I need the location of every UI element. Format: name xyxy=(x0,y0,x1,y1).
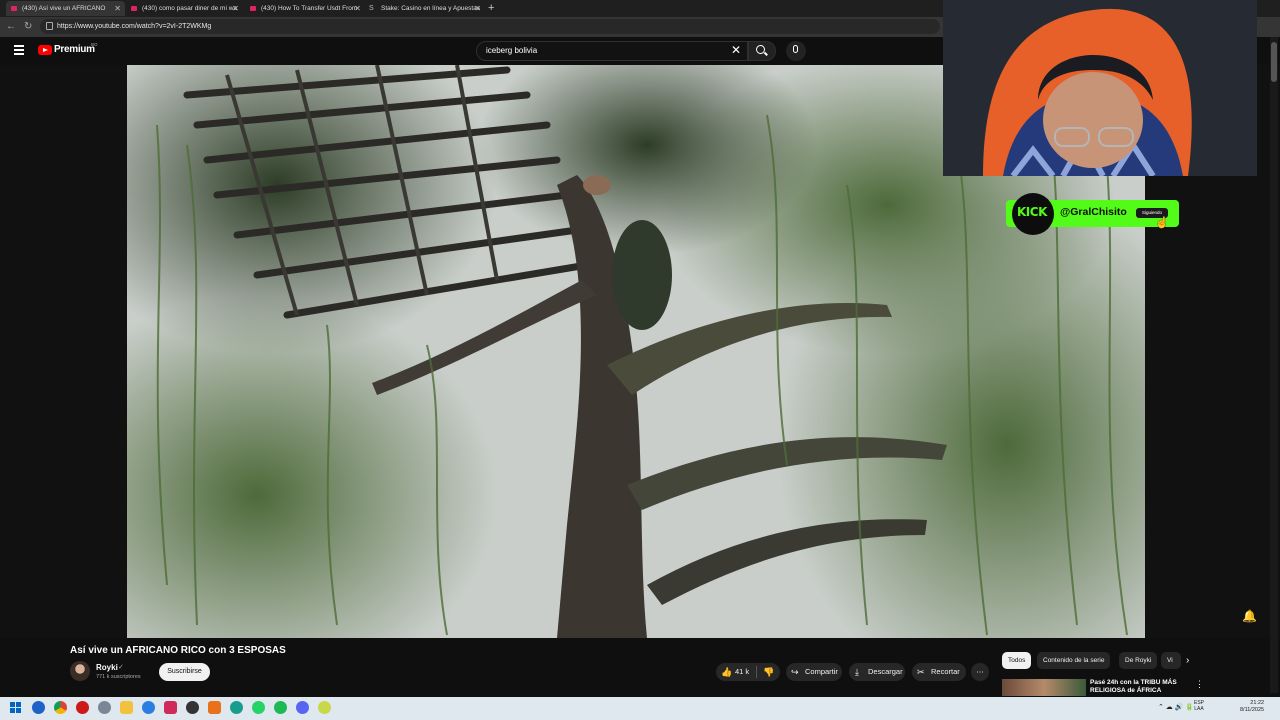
site-info-icon[interactable] xyxy=(46,22,53,30)
whatsapp-app-icon[interactable] xyxy=(252,701,265,714)
youtube-favicon-icon xyxy=(250,6,256,11)
clock-date: 8/11/2025 xyxy=(1240,707,1265,713)
windows-start-icon[interactable] xyxy=(10,702,22,714)
browser-tab-1[interactable]: (430) Así vive un AFRICANO ✕ xyxy=(6,1,125,16)
search-icon xyxy=(756,45,765,54)
youtube-logo-icon[interactable] xyxy=(38,45,52,55)
clip-button[interactable]: ✂ Recortar xyxy=(912,663,966,681)
settings-app-icon[interactable] xyxy=(98,701,111,714)
channel-avatar[interactable] xyxy=(70,661,90,681)
new-tab-icon[interactable]: + xyxy=(488,1,494,15)
close-tab-icon[interactable]: ✕ xyxy=(114,1,121,16)
like-count[interactable]: 41 k xyxy=(735,663,749,681)
microphone-icon xyxy=(793,45,798,53)
app-icon-orange[interactable] xyxy=(208,701,221,714)
discord-app-icon[interactable] xyxy=(296,701,309,714)
thumbs-down-icon[interactable]: 👎 xyxy=(763,663,774,681)
share-icon: ↪ xyxy=(791,667,799,677)
page-scrollbar[interactable] xyxy=(1270,37,1278,693)
edge-app-icon[interactable] xyxy=(32,701,45,714)
like-divider xyxy=(756,666,757,678)
download-label: Descargar xyxy=(868,667,903,676)
hand-cursor-icon: ☝ xyxy=(1155,217,1169,229)
app-icon-pink[interactable] xyxy=(164,701,177,714)
taskbar-clock[interactable]: 21:22 8/11/2025 xyxy=(1240,700,1264,714)
country-code: BO xyxy=(91,42,98,47)
system-tray-icons[interactable]: ⌃ ☁ 🔊 🔋 xyxy=(1158,703,1194,711)
tab-label: (430) How To Transfer Usdt From xyxy=(261,5,358,12)
subscriber-count: 771 k suscriptores xyxy=(96,674,141,680)
recommended-thumbnail[interactable] xyxy=(1002,679,1086,696)
app-icon-dark[interactable] xyxy=(186,701,199,714)
more-icon: ⋯ xyxy=(976,667,984,676)
recommended-title[interactable]: Pasé 24h con la TRIBU MÁS RELIGIOSA de Á… xyxy=(1090,679,1190,695)
download-button[interactable]: ⤓ Descargar xyxy=(849,663,905,681)
verified-icon: ✓ xyxy=(118,664,124,671)
clear-search-icon[interactable]: ✕ xyxy=(731,43,741,57)
more-actions-button[interactable]: ⋯ xyxy=(971,663,989,681)
stake-favicon-icon: S xyxy=(369,5,374,12)
thumbs-up-icon[interactable]: 👍 xyxy=(721,663,732,681)
search-query[interactable]: iceberg bolivia xyxy=(486,45,537,56)
tab-label: (430) Así vive un AFRICANO xyxy=(22,5,106,12)
chip-series[interactable]: Contenido de la serie xyxy=(1037,652,1111,669)
reload-icon[interactable]: ↻ xyxy=(24,20,32,34)
keyboard-layout: LAA xyxy=(1194,706,1204,712)
download-icon: ⤓ xyxy=(855,667,859,677)
browser-tab-3[interactable]: (430) How To Transfer Usdt From ✕ xyxy=(245,1,365,16)
close-tab-icon[interactable]: ✕ xyxy=(354,1,361,16)
app-icon-blue[interactable] xyxy=(142,701,155,714)
youtube-favicon-icon xyxy=(131,6,137,11)
clip-label: Recortar xyxy=(931,667,960,676)
scrollbar-thumb[interactable] xyxy=(1271,42,1277,82)
tab-label: (430) como pasar diner de mi wa xyxy=(142,5,238,12)
close-tab-icon[interactable]: ✕ xyxy=(474,1,481,16)
share-label: Compartir xyxy=(805,667,838,676)
opera-app-icon[interactable] xyxy=(76,701,89,714)
chrome-app-icon[interactable] xyxy=(54,701,67,714)
spotify-app-icon[interactable] xyxy=(274,701,287,714)
notification-bell-icon: 🔔 xyxy=(1242,609,1257,623)
webcam-overlay xyxy=(943,0,1257,176)
back-arrow-icon[interactable]: ← xyxy=(6,20,16,34)
app-icon-teal[interactable] xyxy=(230,701,243,714)
file-explorer-icon[interactable] xyxy=(120,701,133,714)
share-button[interactable]: ↪ Compartir xyxy=(786,663,842,681)
clock-time: 21:22 xyxy=(1250,700,1265,706)
chip-more[interactable]: Vi xyxy=(1161,652,1181,669)
subscribe-button[interactable]: Suscribirse xyxy=(159,663,210,681)
close-tab-icon[interactable]: ✕ xyxy=(232,1,239,16)
recommended-more-icon[interactable]: ⋮ xyxy=(1195,679,1204,690)
tab-label: Stake: Casino en línea y Apuestas xyxy=(381,5,481,12)
chip-all[interactable]: Todos xyxy=(1002,652,1032,669)
chevron-right-icon[interactable]: › xyxy=(1186,655,1189,666)
video-title: Así vive un AFRICANO RICO con 3 ESPOSAS xyxy=(70,645,286,656)
menu-icon[interactable] xyxy=(14,45,24,57)
streamer-webcam-image xyxy=(943,0,1257,176)
browser-tab-4[interactable]: S Stake: Casino en línea y Apuestas ✕ xyxy=(365,1,485,16)
browser-tab-2[interactable]: (430) como pasar diner de mi wa ✕ xyxy=(126,1,243,16)
like-dislike-group: 👍 41 k 👎 xyxy=(716,663,780,681)
app-icon-lime[interactable] xyxy=(318,701,331,714)
channel-name[interactable]: Royki xyxy=(96,663,118,672)
chip-channel[interactable]: De Royki xyxy=(1119,652,1158,669)
premium-logo-text[interactable]: Premium xyxy=(54,44,95,55)
kick-logo-text: KICK xyxy=(1017,205,1047,219)
url-text[interactable]: https://www.youtube.com/watch?v=2vI-2T2W… xyxy=(57,21,211,32)
language-indicator[interactable]: ESP LAA xyxy=(1194,700,1204,712)
kick-handle: @GralChisito xyxy=(1060,206,1127,218)
youtube-favicon-icon xyxy=(11,6,17,11)
scissors-icon: ✂ xyxy=(917,667,925,677)
